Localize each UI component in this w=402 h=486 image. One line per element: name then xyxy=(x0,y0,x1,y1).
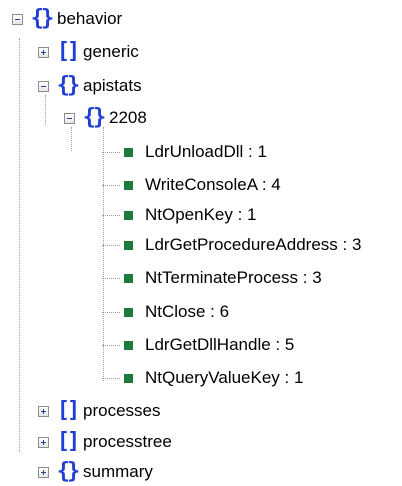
green-square-icon xyxy=(124,210,133,220)
tree-leaf[interactable]: NtClose : 6 xyxy=(124,298,229,326)
tree-leaf[interactable]: LdrUnloadDll : 1 xyxy=(124,138,267,166)
green-square-icon xyxy=(124,240,133,250)
tree-node-2208[interactable]: {} 2208 xyxy=(64,104,147,132)
leaf-label: LdrUnloadDll : 1 xyxy=(145,142,267,161)
expand-toggle-icon[interactable] xyxy=(38,436,49,448)
green-square-icon xyxy=(124,180,133,190)
tree-guide-line xyxy=(102,152,120,153)
tree-leaf[interactable]: NtTerminateProcess : 3 xyxy=(124,264,322,292)
node-label: summary xyxy=(83,462,153,481)
tree-leaf[interactable]: LdrGetProcedureAddress : 3 xyxy=(124,231,361,259)
square-brackets-icon: [] xyxy=(56,39,81,64)
node-label: apistats xyxy=(83,76,142,95)
tree-node-summary[interactable]: {} summary xyxy=(38,458,153,486)
green-square-icon xyxy=(124,147,133,157)
leaf-label: WriteConsoleA : 4 xyxy=(145,175,281,194)
expand-toggle-icon[interactable] xyxy=(38,46,49,58)
tree-guide-line xyxy=(102,312,120,313)
tree-guide-line xyxy=(102,345,120,346)
green-square-icon xyxy=(124,273,133,283)
json-tree-view: {} behavior [] generic {} apistats {} 22… xyxy=(0,0,402,485)
square-brackets-icon: [] xyxy=(56,429,81,454)
expand-toggle-icon[interactable] xyxy=(38,466,49,478)
curly-braces-icon: {} xyxy=(56,459,81,484)
collapse-toggle-icon[interactable] xyxy=(64,112,75,124)
green-square-icon xyxy=(124,307,133,317)
tree-guide-line xyxy=(102,185,120,186)
tree-guide-line xyxy=(19,38,20,452)
tree-leaf[interactable]: NtOpenKey : 1 xyxy=(124,201,257,229)
leaf-label: LdrGetProcedureAddress : 3 xyxy=(145,235,362,254)
node-label: processes xyxy=(83,401,161,420)
leaf-label: LdrGetDllHandle : 5 xyxy=(145,335,295,354)
node-label: processtree xyxy=(83,432,172,451)
tree-node-apistats[interactable]: {} apistats xyxy=(38,72,142,100)
node-label: generic xyxy=(83,42,139,61)
tree-node-processtree[interactable]: [] processtree xyxy=(38,428,172,456)
leaf-label: NtTerminateProcess : 3 xyxy=(145,268,322,287)
leaf-label: NtOpenKey : 1 xyxy=(145,205,257,224)
expand-toggle-icon[interactable] xyxy=(38,405,49,417)
green-square-icon xyxy=(124,373,133,383)
node-label: behavior xyxy=(57,9,123,28)
leaf-label: NtQueryValueKey : 1 xyxy=(145,368,304,387)
tree-guide-line xyxy=(102,378,120,379)
square-brackets-icon: [] xyxy=(56,398,81,423)
node-label: 2208 xyxy=(109,108,147,127)
tree-guide-line xyxy=(102,245,120,246)
tree-node-generic[interactable]: [] generic xyxy=(38,38,139,66)
tree-node-behavior[interactable]: {} behavior xyxy=(12,5,122,33)
collapse-toggle-icon[interactable] xyxy=(12,13,23,25)
curly-braces-icon: {} xyxy=(82,105,107,130)
tree-leaf[interactable]: NtQueryValueKey : 1 xyxy=(124,364,303,392)
tree-guide-line xyxy=(103,127,104,381)
tree-guide-line xyxy=(102,215,120,216)
tree-guide-line xyxy=(102,278,120,279)
green-square-icon xyxy=(124,340,133,350)
leaf-label: NtClose : 6 xyxy=(145,302,230,321)
tree-leaf[interactable]: WriteConsoleA : 4 xyxy=(124,171,281,199)
curly-braces-icon: {} xyxy=(30,6,55,31)
tree-leaf[interactable]: LdrGetDllHandle : 5 xyxy=(124,331,294,359)
curly-braces-icon: {} xyxy=(56,73,81,98)
tree-node-processes[interactable]: [] processes xyxy=(38,397,160,425)
collapse-toggle-icon[interactable] xyxy=(38,80,49,92)
